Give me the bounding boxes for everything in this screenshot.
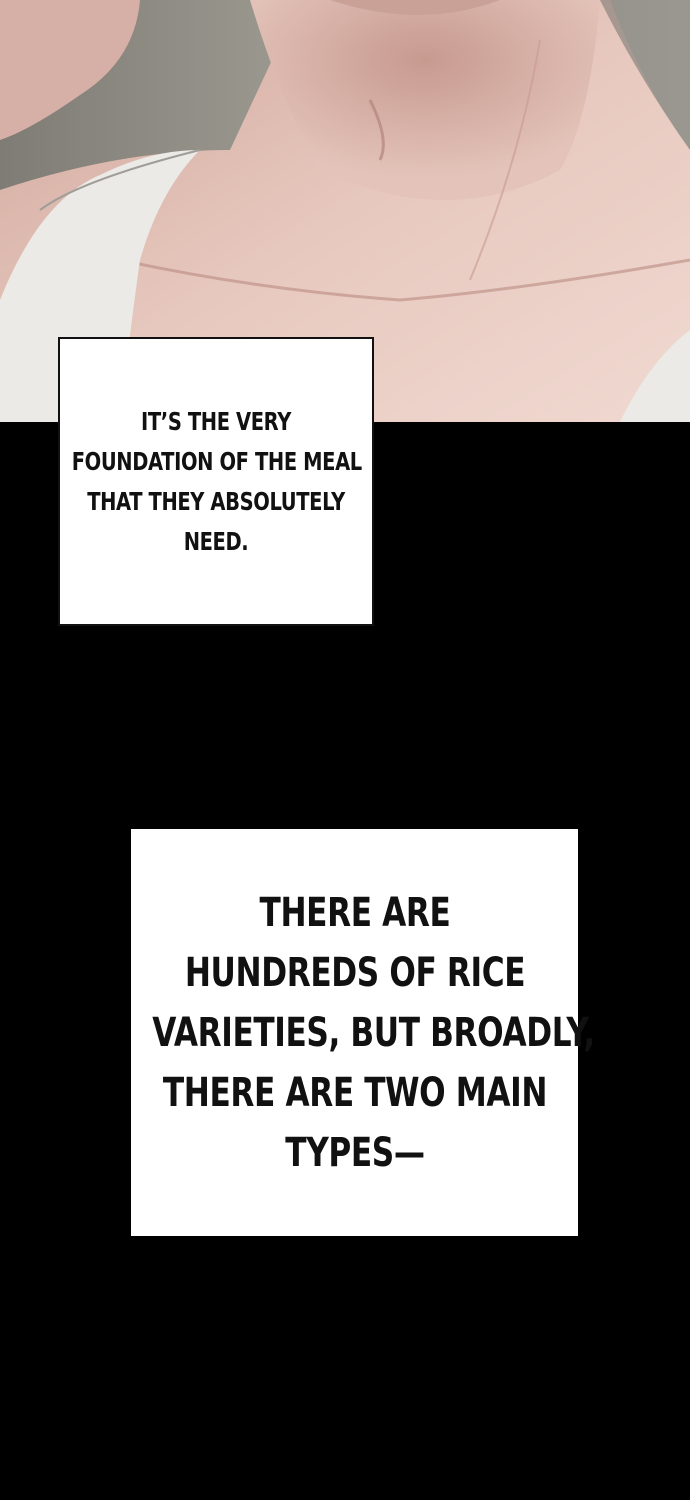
caption-box-2: THERE ARE HUNDREDS OF RICE VARIETIES, BU… <box>131 829 595 1236</box>
caption-line: VARIETIES, BUT BROADLY, <box>151 1009 595 1056</box>
caption-line: THERE ARE <box>259 889 450 936</box>
caption-1-text: IT’S THE VERY FOUNDATION OF THE MEAL THA… <box>71 402 363 562</box>
caption-box-1: IT’S THE VERY FOUNDATION OF THE MEAL THA… <box>58 337 374 626</box>
caption-line: IT’S THE VERY <box>141 406 291 436</box>
caption-2-text: THERE ARE HUNDREDS OF RICE VARIETIES, BU… <box>151 883 595 1183</box>
caption-line: HUNDREDS OF RICE <box>184 949 525 996</box>
caption-line: NEED. <box>183 526 249 556</box>
caption-line: FOUNDATION OF THE MEAL <box>71 446 363 476</box>
caption-line: THAT THEY ABSOLUTELY <box>87 486 345 516</box>
caption-line: TYPES— <box>284 1129 425 1176</box>
caption-line: THERE ARE TWO MAIN <box>162 1069 547 1116</box>
